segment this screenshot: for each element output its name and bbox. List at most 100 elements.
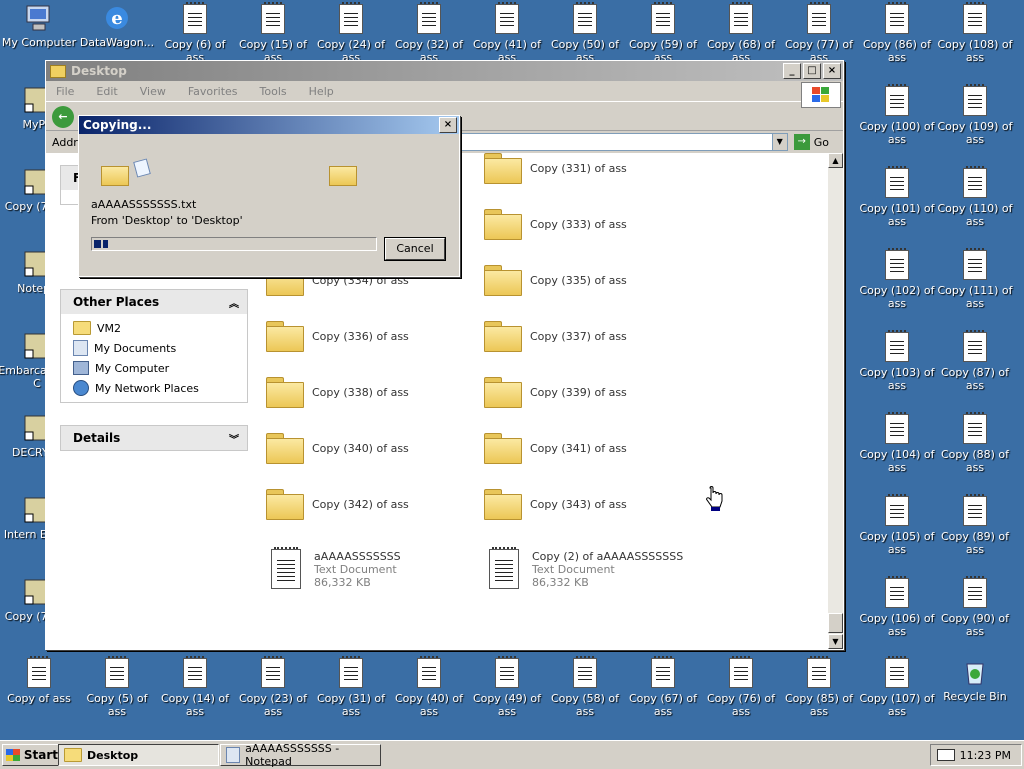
text-document-icon [959, 412, 991, 446]
vertical-scrollbar[interactable]: ▲ ▼ [828, 153, 843, 649]
desktop-icon[interactable]: Recycle Bin [936, 656, 1014, 716]
desktop-icon[interactable]: Copy (89) of ass [936, 494, 1014, 556]
desktop-icon[interactable]: Copy (58) of ass [546, 656, 624, 718]
desktop-icon[interactable]: Copy (85) of ass [780, 656, 858, 718]
desktop-icon[interactable]: Copy (41) of ass [468, 2, 546, 64]
desktop-icon[interactable]: Copy (87) of ass [936, 330, 1014, 392]
folder-icon [266, 433, 304, 464]
file-item[interactable]: Copy (2) of aAAAASSSSSSS Text Document 86,… [484, 547, 683, 589]
folder-item[interactable]: Copy (331) of ass [484, 153, 627, 184]
folder-item[interactable]: Copy (343) of ass [484, 489, 627, 520]
desktop-icon[interactable]: Copy (23) of ass [234, 656, 312, 718]
text-document-icon [959, 84, 991, 118]
desktop-icon[interactable]: Copy (103) of ass [858, 330, 936, 392]
desktop-icon[interactable]: Copy (24) of ass [312, 2, 390, 64]
window-titlebar[interactable]: Desktop _ □ × [46, 61, 843, 81]
close-button[interactable]: × [823, 63, 841, 79]
desktop-icon[interactable]: Copy (105) of ass [858, 494, 936, 556]
file-info: Copy (342) of ass [312, 498, 409, 511]
desktop-icon[interactable]: Copy (50) of ass [546, 2, 624, 64]
desktop-icon[interactable]: Copy (101) of ass [858, 166, 936, 228]
back-arrow-icon[interactable]: ← [52, 106, 74, 128]
dialog-titlebar[interactable]: Copying... × [79, 116, 459, 134]
taskbar-item-desktop[interactable]: Desktop [58, 744, 219, 766]
menu-item-favorites[interactable]: Favorites [188, 85, 238, 98]
file-item[interactable]: aAAAASSSSSSS Text Document 86,332 KB [266, 547, 401, 589]
desktop-icon[interactable]: Copy (6) of ass [156, 2, 234, 64]
other-places-link[interactable]: My Computer [61, 358, 247, 378]
desktop-icon[interactable]: Copy (40) of ass [390, 656, 468, 718]
desktop-icon[interactable]: My Computer [0, 2, 78, 62]
text-document-icon [271, 547, 301, 589]
folder-item[interactable]: Copy (341) of ass [484, 433, 627, 464]
taskbar-item-notepad[interactable]: aAAAASSSSSSS - Notepad [220, 742, 381, 768]
desktop-icon[interactable]: Copy (76) of ass [702, 656, 780, 718]
desktop-icon[interactable]: Copy (102) of ass [858, 248, 936, 310]
other-places-link[interactable]: My Documents [61, 338, 247, 358]
scroll-down-button[interactable]: ▼ [828, 634, 843, 649]
folder-item[interactable]: Copy (336) of ass [266, 321, 409, 352]
desktop-icon[interactable]: Copy (90) of ass [936, 576, 1014, 638]
desktop-icon-label: Copy (49) of ass [472, 692, 542, 718]
desktop-icon[interactable]: Copy of ass [0, 656, 78, 718]
desktop-icon[interactable]: Copy (59) of ass [624, 2, 702, 64]
desktop-icon[interactable]: Copy (14) of ass [156, 656, 234, 718]
desktop-icon[interactable]: Copy (5) of ass [78, 656, 156, 718]
menu-item-file[interactable]: File [56, 85, 74, 98]
text-document-icon [257, 2, 289, 36]
desktop-icon[interactable]: Copy (68) of ass [702, 2, 780, 64]
other-places-link-label: VM2 [97, 321, 122, 335]
folder-item[interactable]: Copy (339) of ass [484, 377, 627, 408]
desktop-icon[interactable]: e DataWagon... [78, 2, 156, 62]
desktop-icon[interactable]: Copy (86) of ass [858, 2, 936, 64]
minimize-button[interactable]: _ [783, 63, 801, 79]
text-document-icon [803, 2, 835, 36]
desktop-icon[interactable]: Copy (108) of ass [936, 2, 1014, 64]
desktop-icon[interactable]: Copy (110) of ass [936, 166, 1014, 228]
documents-icon [73, 340, 88, 356]
other-places-link[interactable]: My Network Places [61, 378, 247, 398]
details-header[interactable]: Details ︾ [61, 426, 247, 450]
scroll-thumb[interactable] [828, 613, 843, 633]
text-document-icon [179, 656, 211, 690]
desktop-icon[interactable]: Copy (67) of ass [624, 656, 702, 718]
desktop-icon[interactable]: Copy (107) of ass [858, 656, 936, 718]
maximize-button[interactable]: □ [803, 63, 821, 79]
desktop-icon[interactable]: Copy (15) of ass [234, 2, 312, 64]
folder-item[interactable]: Copy (342) of ass [266, 489, 409, 520]
other-places-header[interactable]: Other Places ︽ [61, 290, 247, 314]
chevron-down-icon[interactable]: ▼ [771, 134, 787, 150]
desktop-icon[interactable]: Copy (111) of ass [936, 248, 1014, 310]
desktop-icon[interactable]: Copy (109) of ass [936, 84, 1014, 146]
menu-item-tools[interactable]: Tools [260, 85, 287, 98]
keyboard-icon[interactable] [937, 749, 955, 761]
cancel-button[interactable]: Cancel [384, 237, 446, 261]
dialog-close-button[interactable]: × [439, 117, 457, 133]
chevron-down-icon[interactable]: ︾ [229, 431, 239, 446]
folder-item[interactable]: Copy (333) of ass [484, 209, 627, 240]
other-places-link[interactable]: VM2 [61, 318, 247, 338]
text-document-icon [725, 2, 757, 36]
folder-item[interactable]: Copy (338) of ass [266, 377, 409, 408]
folder-item[interactable]: Copy (340) of ass [266, 433, 409, 464]
text-document-icon [881, 576, 913, 610]
start-button[interactable]: Start [2, 744, 59, 766]
folder-icon [484, 433, 522, 464]
desktop-icon[interactable]: Copy (49) of ass [468, 656, 546, 718]
menu-item-view[interactable]: View [140, 85, 166, 98]
folder-item[interactable]: Copy (335) of ass [484, 265, 627, 296]
folder-item[interactable]: Copy (337) of ass [484, 321, 627, 352]
desktop-icon[interactable]: Copy (100) of ass [858, 84, 936, 146]
scroll-up-button[interactable]: ▲ [828, 153, 843, 168]
desktop-icon[interactable]: Copy (32) of ass [390, 2, 468, 64]
go-button[interactable]: → Go [793, 134, 829, 150]
desktop-icon[interactable]: Copy (88) of ass [936, 412, 1014, 474]
svg-text:e: e [111, 8, 122, 29]
desktop-icon[interactable]: Copy (31) of ass [312, 656, 390, 718]
menu-item-edit[interactable]: Edit [96, 85, 117, 98]
menu-item-help[interactable]: Help [309, 85, 334, 98]
desktop-icon[interactable]: Copy (77) of ass [780, 2, 858, 64]
desktop-icon[interactable]: Copy (104) of ass [858, 412, 936, 474]
desktop-icon[interactable]: Copy (106) of ass [858, 576, 936, 638]
chevron-up-icon[interactable]: ︽ [229, 295, 239, 310]
